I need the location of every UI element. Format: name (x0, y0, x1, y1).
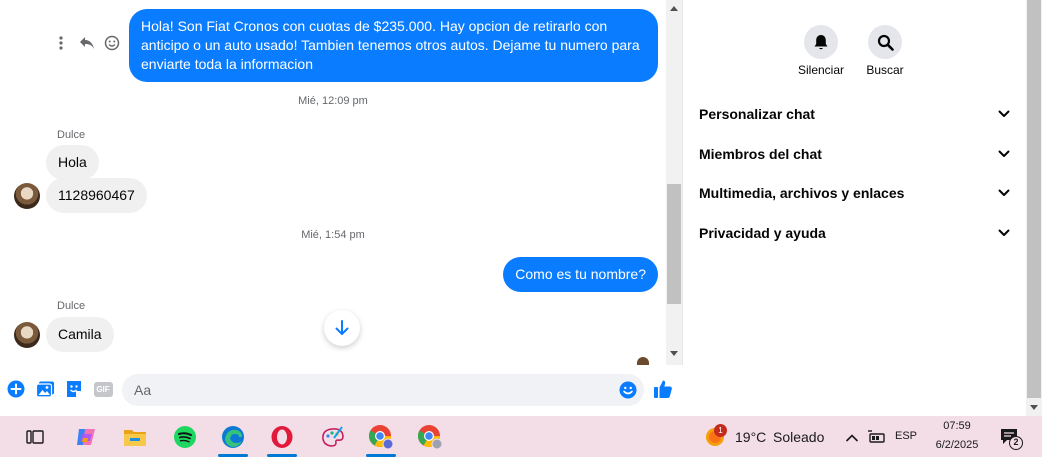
notification-count-badge: 2 (1009, 436, 1023, 450)
message-bubble-outgoing[interactable]: Como es tu nombre? (503, 257, 658, 292)
mute-button[interactable] (804, 25, 838, 59)
network-icon[interactable] (868, 429, 886, 448)
sticker-icon[interactable] (64, 379, 84, 399)
image-icon[interactable] (35, 379, 55, 399)
scroll-up-arrow[interactable] (670, 6, 678, 11)
section-customize-chat[interactable]: Personalizar chat (699, 102, 1011, 126)
clock-time[interactable]: 07:59 (928, 420, 986, 432)
chat-pane: Hola! Son Fiat Cronos con cuotas de $235… (0, 0, 683, 416)
page-scrollbar[interactable] (1026, 0, 1042, 416)
section-label: Personalizar chat (699, 106, 815, 122)
chevron-down-icon (997, 186, 1011, 200)
message-bubble-outgoing[interactable]: Hola! Son Fiat Cronos con cuotas de $235… (129, 9, 658, 82)
arrow-down-icon (335, 320, 349, 335)
chevron-down-icon (997, 226, 1011, 240)
read-receipt-avatar (637, 357, 649, 365)
app-window: Hola! Son Fiat Cronos con cuotas de $235… (0, 0, 1042, 457)
chevron-down-icon (997, 147, 1011, 161)
section-label: Multimedia, archivos y enlaces (699, 185, 905, 201)
plus-icon[interactable] (6, 379, 26, 399)
chrome-icon[interactable] (413, 420, 447, 454)
section-privacy-help[interactable]: Privacidad y ayuda (699, 221, 1011, 245)
scrollbar-thumb[interactable] (1027, 0, 1041, 398)
windows-taskbar: 1 19°C Soleado ESP 07:59 6/2/2025 2 (0, 416, 1042, 457)
chevron-down-icon (997, 107, 1011, 121)
message-input[interactable] (122, 374, 644, 406)
weather-condition[interactable]: Soleado (773, 429, 824, 445)
sender-name: Dulce (57, 300, 86, 312)
chrome-profile-icon[interactable] (364, 420, 398, 457)
scroll-down-arrow[interactable] (1030, 405, 1038, 410)
gif-icon[interactable]: GIF (93, 379, 113, 399)
message-bubble-incoming[interactable]: Camila (46, 317, 114, 352)
search-label: Buscar (866, 63, 904, 77)
language-indicator[interactable]: ESP (893, 430, 919, 442)
gif-label: GIF (93, 381, 113, 397)
avatar[interactable] (14, 183, 40, 209)
paint-icon[interactable] (316, 420, 350, 454)
search-button[interactable] (868, 25, 902, 59)
message-timestamp: Mié, 12:09 pm (298, 95, 368, 107)
avatar[interactable] (14, 322, 40, 348)
sender-name: Dulce (57, 129, 86, 141)
search-icon (877, 34, 894, 51)
message-bubble-incoming[interactable]: Hola (46, 145, 99, 180)
scrollbar-thumb[interactable] (667, 184, 681, 304)
chat-scrollbar[interactable] (666, 0, 682, 365)
scroll-down-arrow[interactable] (670, 351, 678, 356)
message-timestamp: Mié, 1:54 pm (301, 229, 365, 241)
message-list[interactable]: Hola! Son Fiat Cronos con cuotas de $235… (0, 0, 666, 365)
chevron-up-icon[interactable] (845, 430, 859, 448)
section-chat-members[interactable]: Miembros del chat (699, 142, 1011, 166)
chat-info-panel: Silenciar Buscar Personalizar chat Miemb… (684, 0, 1026, 416)
spotify-icon[interactable] (168, 420, 202, 454)
more-icon[interactable] (52, 34, 70, 52)
copilot-icon[interactable] (69, 420, 103, 454)
bell-icon (814, 34, 828, 49)
weather-badge: 1 (714, 424, 727, 437)
message-bubble-incoming[interactable]: 1128960467 (46, 178, 147, 213)
emoji-icon[interactable] (618, 380, 638, 400)
weather-temperature[interactable]: 19°C (735, 429, 766, 445)
edge-icon[interactable] (216, 420, 250, 457)
emoji-icon[interactable] (103, 34, 121, 52)
scroll-to-bottom-button[interactable] (324, 310, 360, 346)
section-media-files-links[interactable]: Multimedia, archivos y enlaces (699, 181, 1011, 205)
file-explorer-icon[interactable] (118, 420, 152, 454)
task-view-icon[interactable] (18, 420, 52, 454)
section-label: Privacidad y ayuda (699, 225, 826, 241)
like-icon[interactable] (653, 379, 673, 399)
clock-date[interactable]: 6/2/2025 (928, 439, 986, 451)
opera-icon[interactable] (265, 420, 299, 457)
message-composer: GIF (0, 365, 683, 416)
reply-icon[interactable] (78, 34, 96, 52)
section-label: Miembros del chat (699, 146, 822, 162)
